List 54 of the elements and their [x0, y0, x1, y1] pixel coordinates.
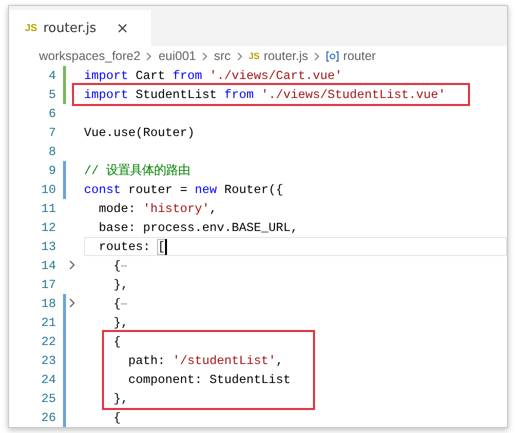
chevron-icon — [314, 52, 320, 60]
line-number: 12 — [40, 220, 56, 234]
chevron-icon[interactable] — [69, 260, 76, 270]
code-line: import StudentList from './views/StudentList.vue' — [84, 88, 446, 102]
line-number: 4 — [48, 68, 56, 82]
code-line: {⋯ — [112, 258, 127, 272]
code-line: const router = new Router({ — [84, 182, 284, 196]
line-number: 11 — [40, 202, 56, 216]
breadcrumb-item[interactable]: router — [343, 49, 376, 63]
breadcrumb-item[interactable]: router.js — [264, 49, 308, 63]
chevron-icon — [236, 52, 243, 60]
line-number: 13 — [40, 240, 56, 254]
js-file-icon: JS — [248, 51, 260, 61]
line-number: 5 — [48, 88, 56, 102]
breadcrumb-item[interactable]: workspaces_fore2 — [39, 49, 140, 63]
code-line: { — [112, 410, 121, 424]
code-line: // 设置具体的路由 — [84, 162, 190, 179]
line-number: 17 — [40, 278, 56, 292]
line-number: 18 — [40, 296, 56, 310]
line-number: 7 — [48, 126, 56, 140]
variable-icon — [326, 50, 340, 62]
line-number: 23 — [40, 354, 56, 368]
code-line: }, — [112, 316, 128, 330]
chevron-icon[interactable] — [69, 298, 76, 308]
line-number: 10 — [40, 182, 56, 196]
chevron-icon — [202, 52, 208, 60]
line-number: 24 — [40, 372, 56, 386]
editor-tab[interactable]: JS router.js × — [9, 10, 151, 46]
line-number: 6 — [48, 106, 56, 120]
code-line: component: StudentList — [127, 372, 291, 386]
code-line: }, — [114, 392, 128, 406]
line-number: 22 — [40, 334, 56, 348]
text-cursor — [165, 238, 167, 254]
code-line: mode: 'history', — [98, 202, 217, 216]
js-file-icon: JS — [25, 22, 38, 34]
breadcrumb-item[interactable]: eui001 — [158, 49, 196, 63]
tab-label: router.js — [43, 20, 96, 36]
code-line: base: process.env.BASE_URL, — [98, 220, 298, 234]
code-line: import Cart from './views/Cart.vue' — [84, 68, 342, 82]
close-button[interactable]: × — [116, 19, 129, 37]
line-number: 8 — [48, 144, 56, 158]
breadcrumb-item[interactable]: src — [214, 49, 231, 63]
code-line: { — [114, 334, 121, 348]
line-number: 9 — [48, 164, 56, 178]
line-number: 14 — [40, 258, 56, 272]
code-line: {⋯ — [112, 296, 127, 310]
line-number: 25 — [40, 392, 56, 406]
chevron-icon — [146, 52, 152, 60]
line-number: 26 — [40, 410, 56, 424]
code-line: path: '/studentList', — [127, 354, 284, 368]
code-line: }, — [112, 278, 128, 292]
code-line: Vue.use(Router) — [84, 126, 195, 140]
line-number: 21 — [40, 316, 56, 330]
code-line: routes: [ — [98, 240, 166, 254]
